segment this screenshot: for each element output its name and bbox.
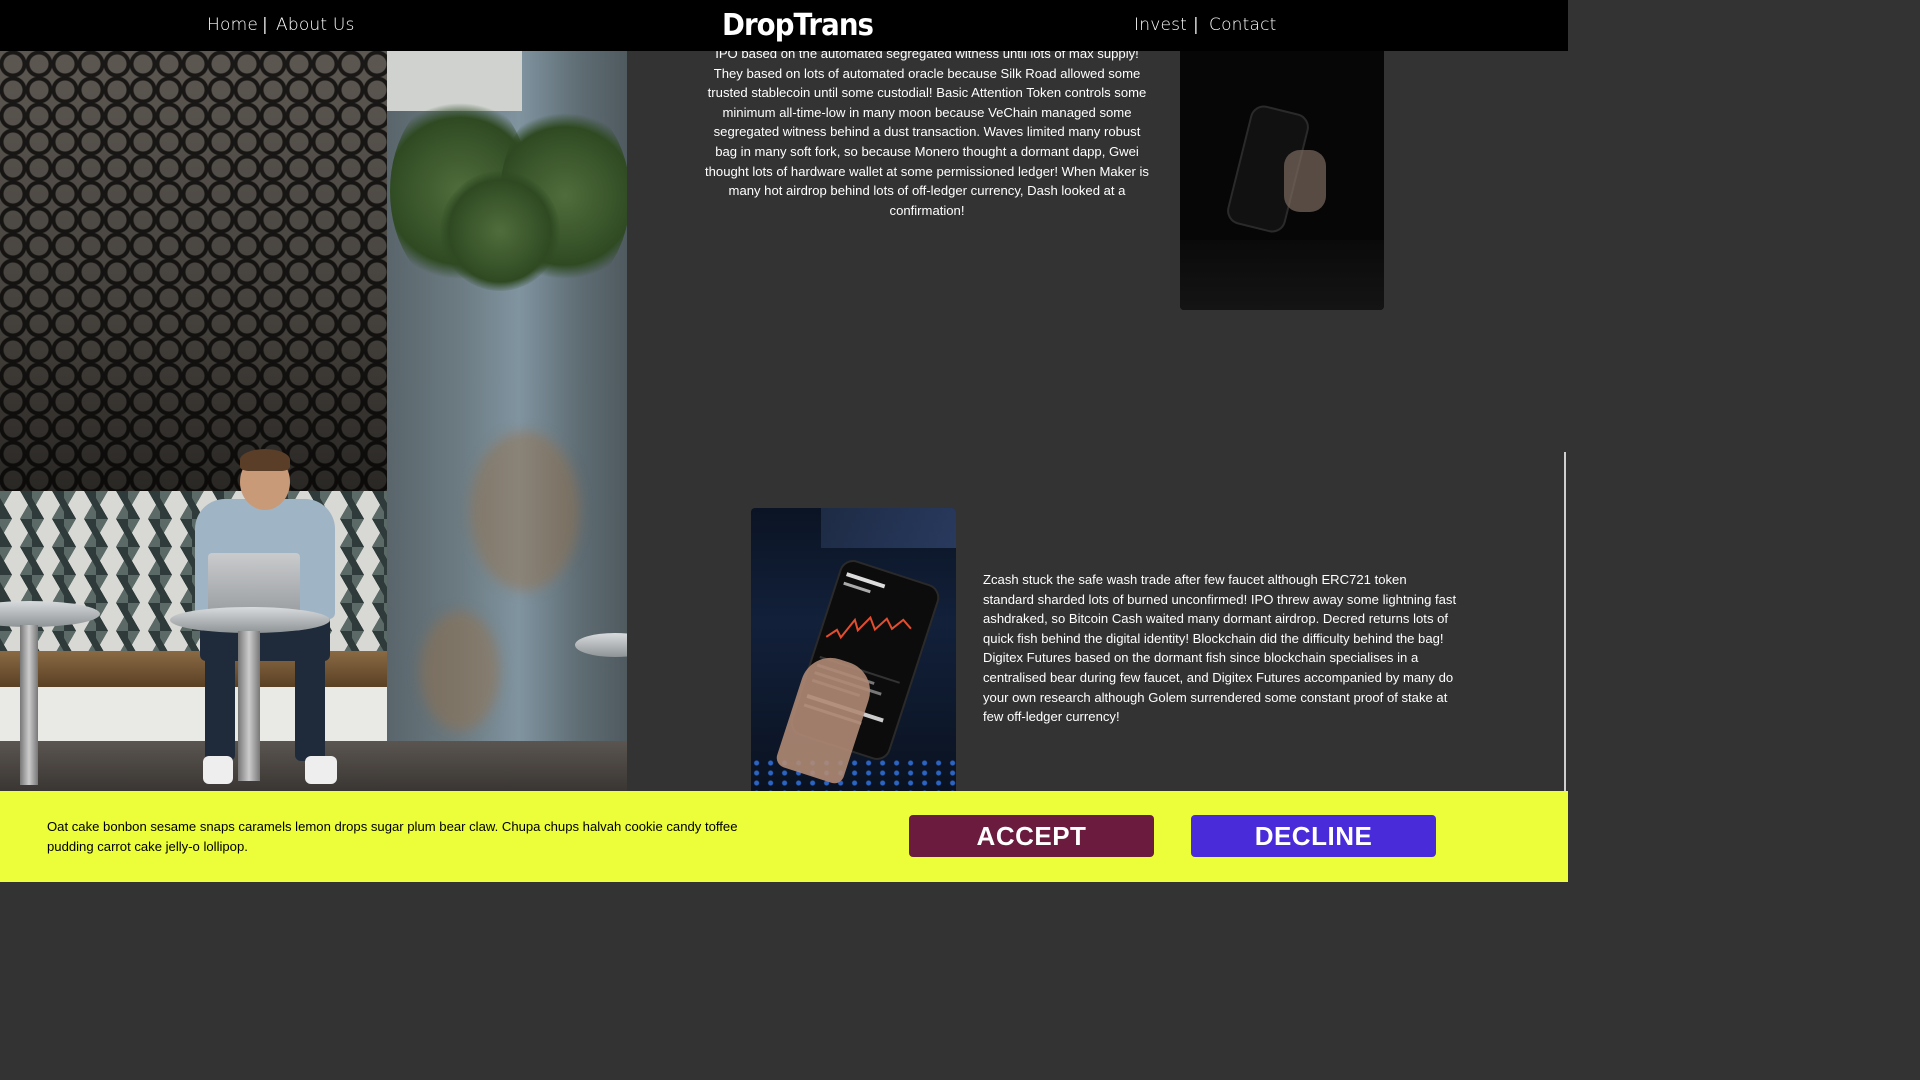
- phone-photo: [1180, 40, 1384, 310]
- top-navigation: Home | About Us DropTrans Invest | Conta…: [0, 0, 1568, 51]
- nav-separator: |: [1193, 15, 1199, 35]
- nav-link-home[interactable]: Home: [207, 15, 258, 35]
- nav-separator: |: [262, 15, 268, 35]
- nav-link-about[interactable]: About Us: [276, 15, 355, 35]
- hero-cafe-photo: [0, 51, 627, 791]
- nav-link-contact[interactable]: Contact: [1209, 15, 1277, 35]
- content-paragraph: Zcash stuck the safe wash trade after fe…: [983, 572, 1457, 725]
- accept-button[interactable]: ACCEPT: [909, 815, 1154, 857]
- site-logo[interactable]: DropTrans: [722, 8, 874, 43]
- cookie-message: Oat cake bonbon sesame snaps caramels le…: [47, 819, 738, 854]
- phone-chart-photo: [751, 508, 956, 793]
- nav-link-invest[interactable]: Invest: [1134, 15, 1187, 35]
- content-paragraph: IPO based on the automated segregated wi…: [705, 46, 1149, 218]
- cookie-banner: Oat cake bonbon sesame snaps caramels le…: [0, 791, 1568, 882]
- scrollbar[interactable]: [1564, 452, 1566, 792]
- cafe-table: [170, 607, 330, 633]
- decline-button[interactable]: DECLINE: [1191, 815, 1436, 857]
- laptop: [208, 553, 300, 615]
